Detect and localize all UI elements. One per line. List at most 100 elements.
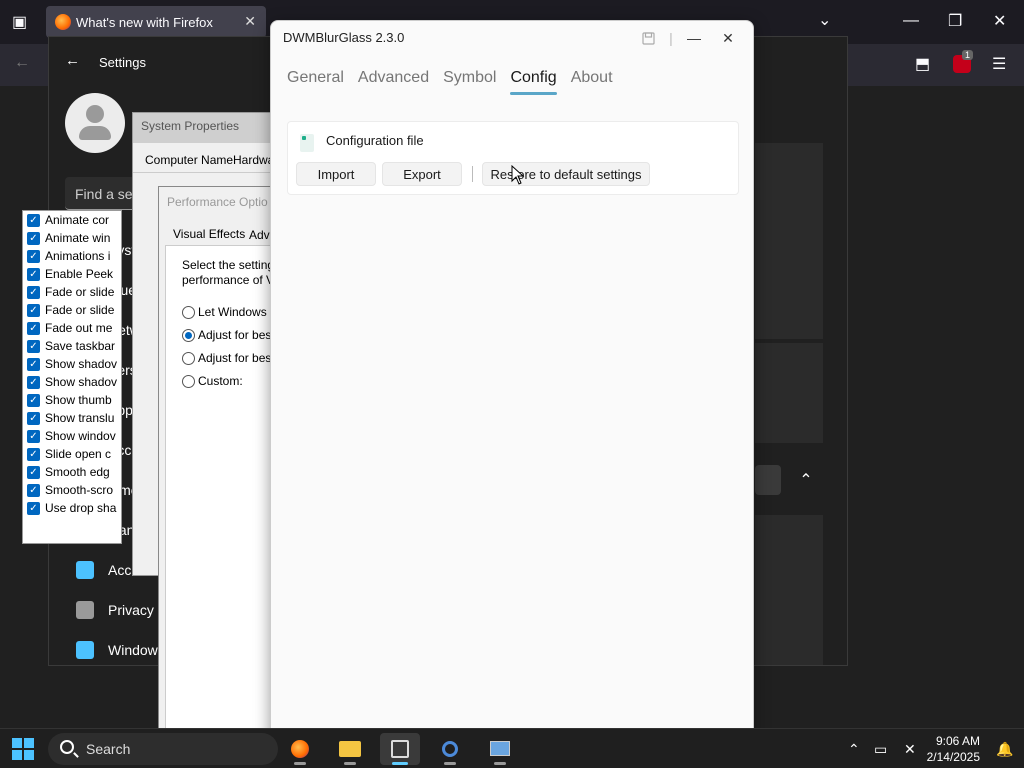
chevron-up-icon[interactable]: ⌃: [789, 465, 823, 497]
close-icon[interactable]: ✕: [713, 26, 743, 50]
tab-symbol[interactable]: Symbol: [443, 69, 496, 95]
checkbox[interactable]: ✓: [27, 268, 40, 281]
display-icon[interactable]: ▭: [874, 741, 887, 758]
checkbox-label: Show translu: [45, 411, 115, 425]
checkbox-label: Show shadov: [45, 357, 118, 371]
checkbox-label: Animate cor: [45, 213, 110, 227]
folder-icon: [339, 741, 361, 757]
description-line-1: Select the setting: [182, 258, 275, 272]
network-icon[interactable]: ✕: [904, 741, 916, 758]
maximize-icon[interactable]: ❐: [948, 11, 962, 31]
controls-divider: |: [669, 30, 673, 46]
checkbox[interactable]: ✓: [27, 502, 40, 515]
settings-title: Settings: [99, 55, 146, 70]
radio-button[interactable]: [182, 375, 195, 388]
settings-card: [755, 515, 823, 665]
back-arrow-icon[interactable]: ←: [14, 54, 30, 72]
checkbox[interactable]: ✓: [27, 484, 40, 497]
accessibility-icon: [76, 561, 94, 579]
config-file-icon: [300, 134, 314, 152]
tab-computer-name[interactable]: Computer Name: [145, 153, 233, 167]
chevron-up-icon[interactable]: ⌃: [848, 741, 860, 758]
checkbox[interactable]: ✓: [27, 214, 40, 227]
restore-defaults-button[interactable]: Restore to default settings: [482, 162, 650, 186]
radio-button[interactable]: [182, 352, 195, 365]
tab-general[interactable]: General: [287, 69, 344, 95]
checkbox[interactable]: ✓: [27, 412, 40, 425]
radio-label: Custom:: [198, 374, 243, 388]
ublock-badge: 1: [962, 50, 974, 60]
tab-advanced[interactable]: Advanced: [358, 69, 429, 95]
clock-date: 2/14/2025: [926, 750, 980, 764]
taskbar-search-label: Search: [86, 741, 131, 757]
checkbox-label: Show thumb: [45, 393, 112, 407]
firefox-tab[interactable]: What's new with Firefox ✕: [46, 6, 266, 38]
checkbox-label: Animate win: [45, 231, 111, 245]
taskbar-firefox[interactable]: [280, 733, 320, 765]
checkbox[interactable]: ✓: [27, 322, 40, 335]
minimize-icon[interactable]: —: [679, 26, 709, 50]
save-icon[interactable]: [633, 26, 663, 50]
gear-icon: [442, 741, 458, 757]
visual-effects-checkbox-list[interactable]: ✓ Animate cor ✓ Animate win ✓ Animations i ✓ En…: [22, 210, 122, 544]
tab-config[interactable]: Config: [510, 69, 557, 95]
checkbox-label: Animations i: [45, 249, 111, 263]
close-icon[interactable]: ✕: [993, 11, 1006, 31]
clock[interactable]: 9:06 AM 2/14/2025: [927, 733, 980, 765]
checkbox[interactable]: ✓: [27, 466, 40, 479]
minimize-icon[interactable]: —: [903, 12, 919, 30]
config-section-label: Configuration file: [326, 133, 424, 148]
export-button[interactable]: Export: [382, 162, 462, 186]
mouse-cursor-icon: [511, 165, 525, 185]
tab-list-icon[interactable]: ▣: [12, 12, 27, 32]
taskbar-search[interactable]: Search: [48, 733, 278, 765]
monitor-icon: [490, 741, 510, 756]
checkbox[interactable]: ✓: [27, 376, 40, 389]
tab-visual-effects[interactable]: Visual Effects: [173, 227, 253, 241]
taskbar-system-properties[interactable]: [480, 733, 520, 765]
back-arrow-icon[interactable]: ←: [65, 52, 80, 69]
checkbox[interactable]: ✓: [27, 304, 40, 317]
checkbox[interactable]: ✓: [27, 358, 40, 371]
checkbox-label: Enable Peek: [45, 267, 114, 281]
tab-hardware[interactable]: Hardwa: [233, 153, 274, 167]
dwmblurglass-window: DWMBlurGlass 2.3.0 | — ✕ General Advanced…: [270, 20, 754, 740]
firefox-tab-title: What's new with Firefox: [76, 14, 213, 30]
notification-bell-icon[interactable]: 🔔: [996, 741, 1013, 758]
radio-label: Adjust for bes: [198, 328, 272, 342]
radio-label: Adjust for bes: [198, 351, 272, 365]
checkbox[interactable]: ✓: [27, 448, 40, 461]
checkbox-label: Fade or slide: [45, 303, 115, 317]
taskbar-settings[interactable]: [430, 733, 470, 765]
taskbar-file-explorer[interactable]: [330, 733, 370, 765]
start-button[interactable]: [12, 738, 34, 760]
checkbox-label: Smooth-scro: [45, 483, 114, 497]
avatar[interactable]: [65, 93, 125, 153]
tab-about[interactable]: About: [571, 69, 613, 95]
visual-effects-panel: Select the setting performance of V Let …: [165, 245, 279, 731]
import-button[interactable]: Import: [296, 162, 376, 186]
button-divider: [472, 166, 473, 182]
radio-button[interactable]: [182, 329, 195, 342]
search-icon: [60, 740, 74, 754]
checkbox[interactable]: ✓: [27, 250, 40, 263]
firefox-icon: [291, 740, 309, 758]
extensions-icon[interactable]: ⬒: [915, 54, 930, 74]
chevron-down-icon[interactable]: ⌄: [818, 10, 831, 30]
settings-dropdown[interactable]: [755, 465, 781, 495]
taskbar-dwmblurglass[interactable]: [380, 733, 420, 765]
checkbox[interactable]: ✓: [27, 286, 40, 299]
radio-button[interactable]: [182, 306, 195, 319]
checkbox[interactable]: ✓: [27, 394, 40, 407]
checkbox-label: Fade or slide: [45, 285, 115, 299]
settings-card: [755, 343, 823, 443]
checkbox[interactable]: ✓: [27, 232, 40, 245]
checkbox[interactable]: ✓: [27, 340, 40, 353]
checkbox-label: Show windov: [45, 429, 116, 443]
menu-icon[interactable]: ☰: [992, 54, 1006, 74]
checkbox-label: Save taskbar: [45, 339, 116, 353]
checkbox-label: Slide open c: [45, 447, 112, 461]
clock-time: 9:06 AM: [935, 734, 980, 748]
checkbox[interactable]: ✓: [27, 430, 40, 443]
tab-close-icon[interactable]: ✕: [244, 13, 256, 30]
